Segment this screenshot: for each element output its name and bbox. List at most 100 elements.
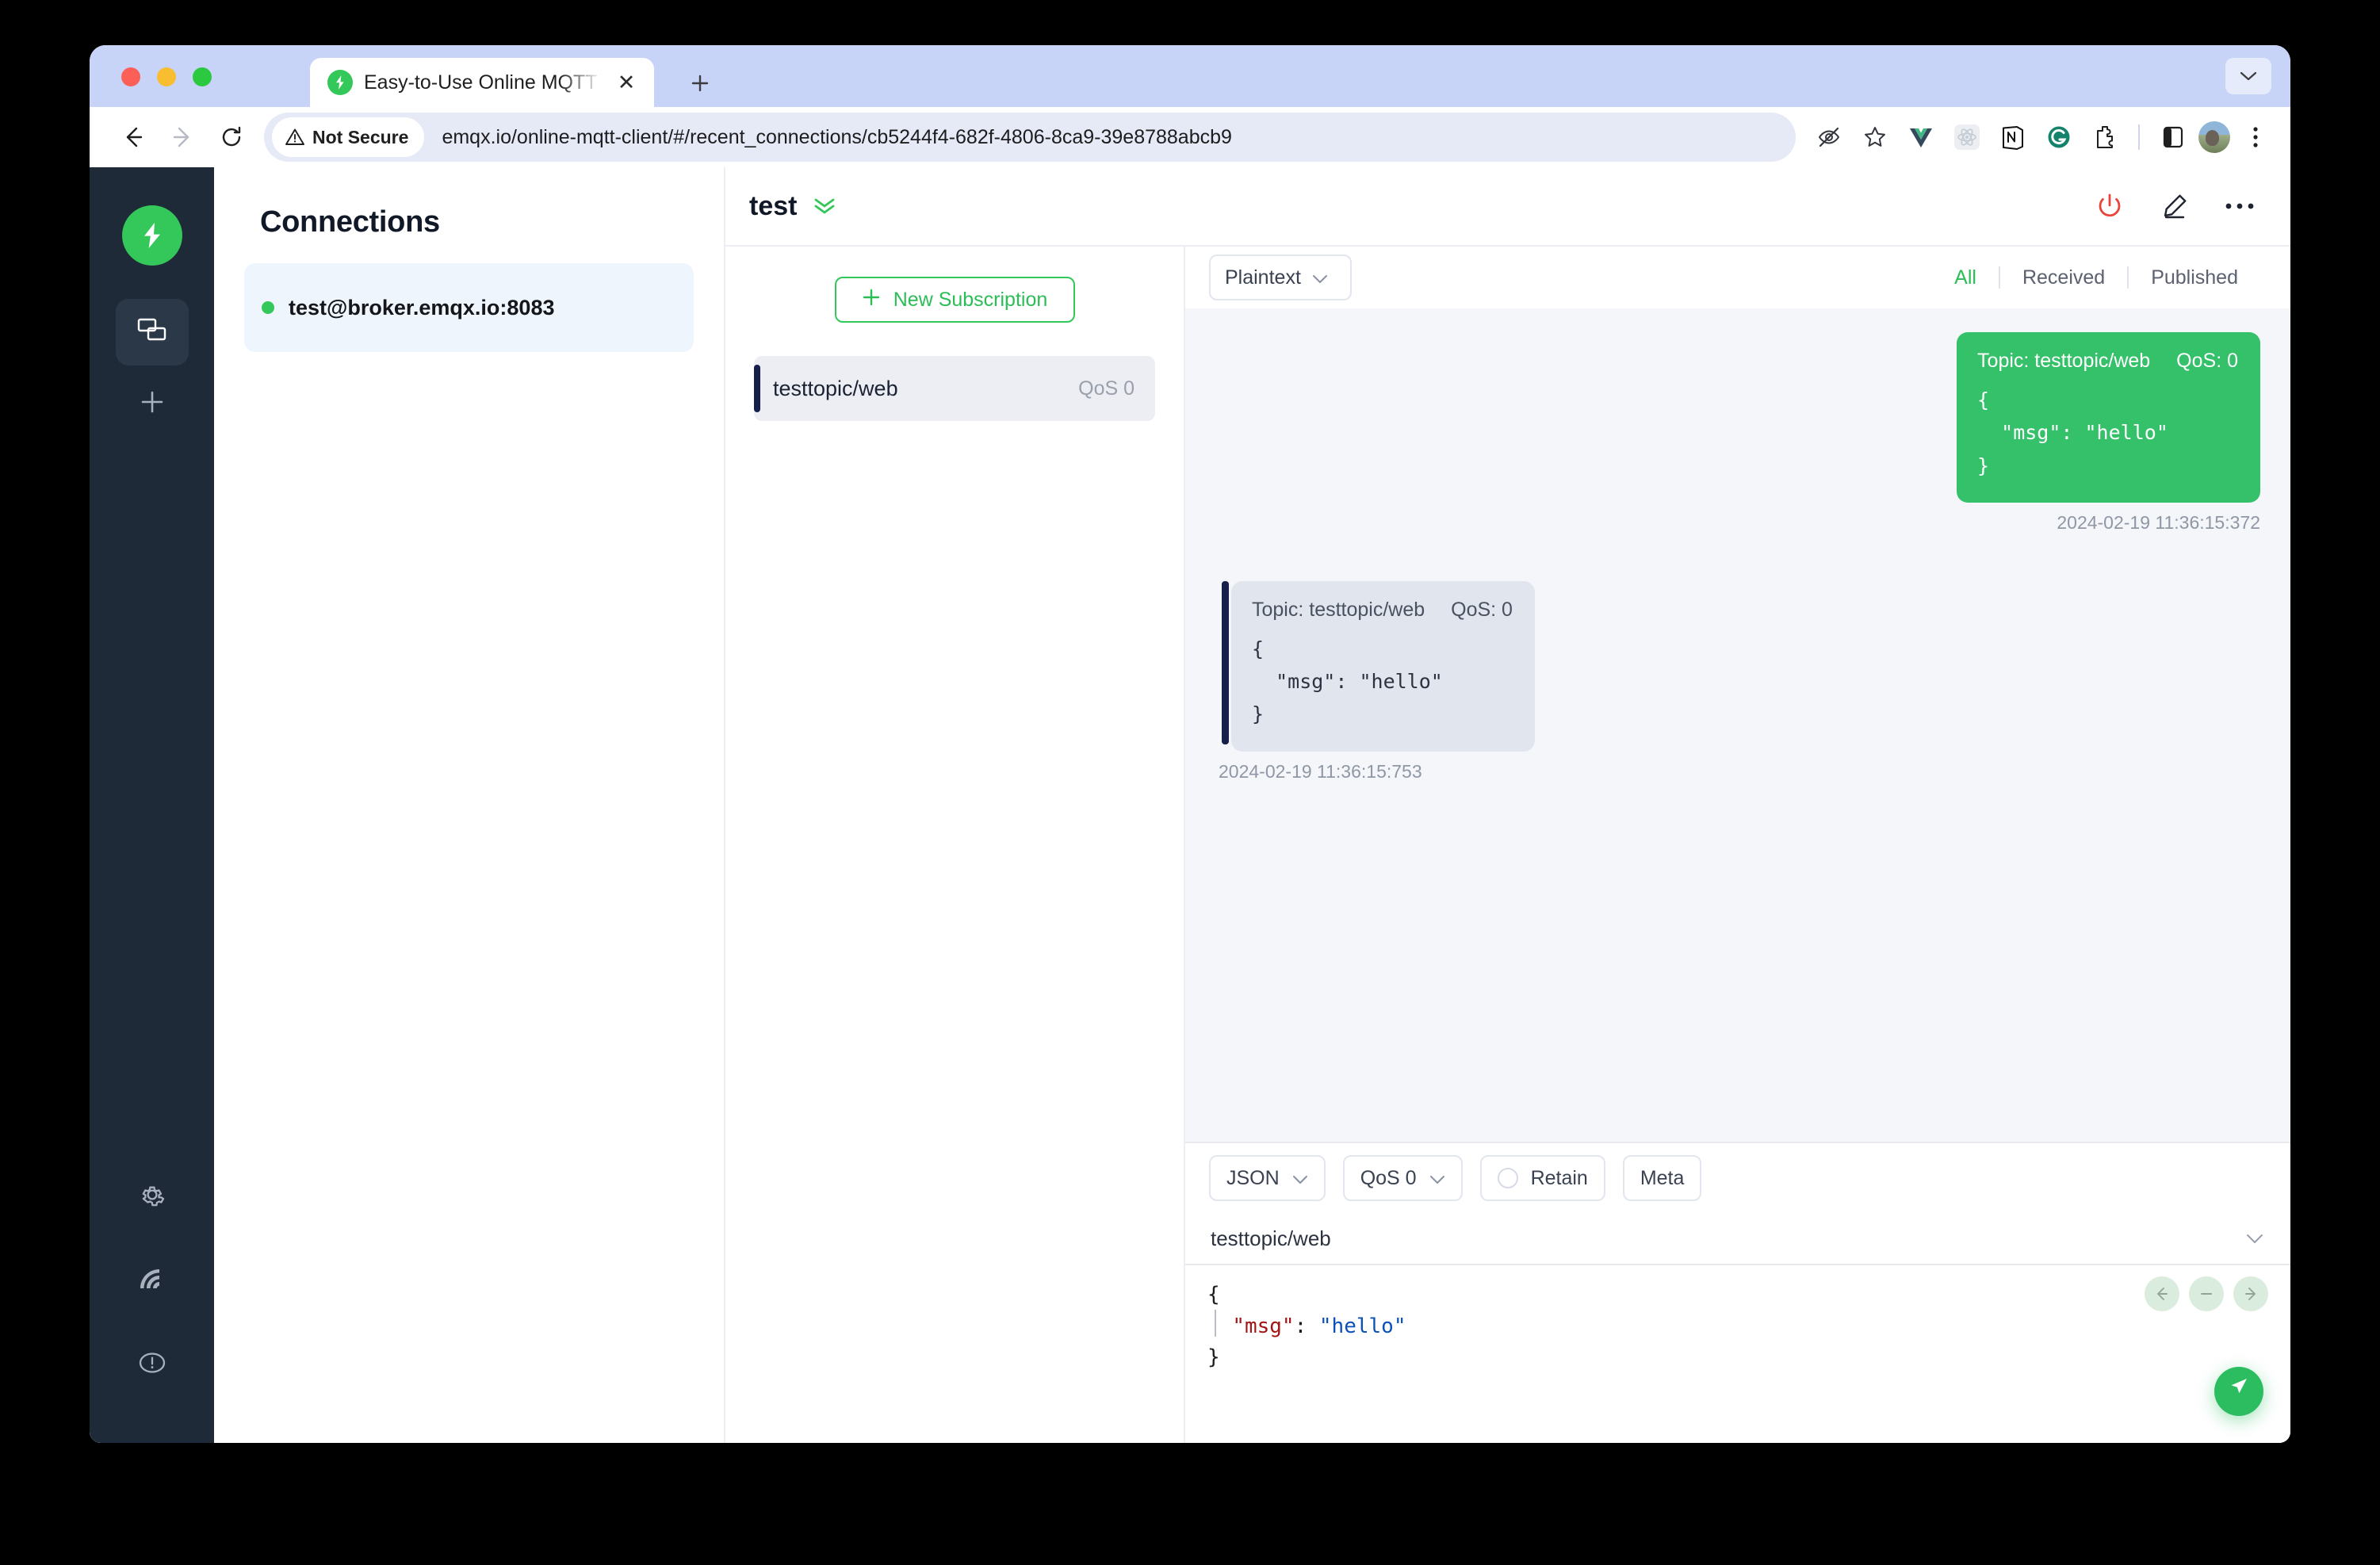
- three-dot-menu-icon[interactable]: [2221, 187, 2259, 225]
- site-security-badge[interactable]: Not Secure: [272, 117, 425, 157]
- message-meta: Topic: testtopic/web QoS: 0: [1252, 599, 1513, 622]
- tab-all[interactable]: All: [1932, 266, 1999, 289]
- tab-published[interactable]: Published: [2129, 266, 2260, 289]
- profile-avatar[interactable]: [2198, 121, 2230, 153]
- address-bar[interactable]: Not Secure emqx.io/online-mqtt-client/#/…: [264, 113, 1796, 162]
- minimize-window-button[interactable]: [157, 67, 176, 86]
- eye-off-icon[interactable]: [1808, 117, 1850, 158]
- new-subscription-label: New Subscription: [893, 288, 1048, 311]
- message-list[interactable]: Topic: testtopic/web QoS: 0 { "msg": "he…: [1185, 308, 2290, 1142]
- sidebar-item-settings[interactable]: [138, 1180, 166, 1213]
- message-bubble[interactable]: Topic: testtopic/web QoS: 0 { "msg": "he…: [1957, 332, 2260, 503]
- message-qos: QoS: 0: [1451, 598, 1513, 621]
- chevron-down-icon: [1312, 266, 1328, 289]
- minus-icon[interactable]: [2189, 1276, 2224, 1311]
- sidebar-item-about[interactable]: [138, 1349, 166, 1381]
- notion-icon[interactable]: [1992, 117, 2034, 158]
- maximize-window-button[interactable]: [193, 67, 212, 86]
- meta-label: Meta: [1640, 1166, 1685, 1189]
- message-item-received: Topic: testtopic/web QoS: 0 { "msg": "he…: [1209, 580, 2260, 782]
- message-timestamp: 2024-02-19 11:36:15:753: [1219, 760, 1422, 782]
- subscription-list-item[interactable]: testtopic/web QoS 0: [754, 356, 1155, 421]
- editor-nav-buttons: [2145, 1276, 2268, 1311]
- editor-line-1: {: [1207, 1280, 2290, 1311]
- arrow-right-icon[interactable]: [2233, 1276, 2268, 1311]
- react-devtools-icon[interactable]: [1946, 117, 1988, 158]
- pencil-icon[interactable]: [2156, 187, 2194, 225]
- new-subscription-button[interactable]: New Subscription: [834, 277, 1075, 323]
- info-circle-icon: [138, 1353, 166, 1380]
- three-dot-menu-icon[interactable]: [2235, 117, 2276, 158]
- publish-format-select[interactable]: JSON: [1209, 1155, 1326, 1201]
- close-icon[interactable]: ✕: [613, 69, 640, 96]
- windows-stack-icon: [137, 317, 167, 348]
- editor-brace-open: {: [1207, 1283, 1220, 1307]
- tab-search-button[interactable]: [2225, 58, 2271, 94]
- subscription-topic: testtopic/web: [773, 376, 898, 400]
- gear-icon: [138, 1186, 166, 1212]
- sidebar-item-new-connection[interactable]: [116, 370, 189, 437]
- sidebar-item-broadcast[interactable]: [138, 1267, 166, 1295]
- window-traffic-lights: [121, 67, 212, 86]
- retain-checkbox[interactable]: [1497, 1168, 1518, 1188]
- sidebar-item-connections[interactable]: [115, 299, 189, 365]
- signal-waves-icon: [138, 1269, 166, 1294]
- publish-topic-row[interactable]: testtopic/web: [1185, 1213, 2290, 1265]
- chevron-down-icon: [1429, 1167, 1445, 1190]
- close-window-button[interactable]: [121, 67, 140, 86]
- editor-value: "hello": [1318, 1314, 1406, 1338]
- message-item-published: Topic: testtopic/web QoS: 0 { "msg": "he…: [1209, 332, 2260, 534]
- arrow-left-icon[interactable]: [2145, 1276, 2179, 1311]
- url-text: emqx.io/online-mqtt-client/#/recent_conn…: [442, 125, 1232, 148]
- connection-header: test: [725, 167, 2290, 245]
- connection-detail: test New Subscription testtopic/web QoS …: [725, 167, 2290, 1443]
- editor-colon: :: [1294, 1314, 1319, 1338]
- message-payload: { "msg": "hello" }: [1977, 388, 2168, 477]
- message-meta: Topic: testtopic/web QoS: 0: [1977, 350, 2238, 373]
- connection-list-item[interactable]: test@broker.emqx.io:8083: [244, 263, 694, 352]
- back-arrow-icon[interactable]: [109, 113, 158, 162]
- send-paper-plane-icon: [2227, 1375, 2251, 1409]
- forward-arrow-icon[interactable]: [158, 113, 207, 162]
- connections-panel: Connections test@broker.emqx.io:8083: [214, 167, 725, 1443]
- extensions-puzzle-icon[interactable]: [2084, 117, 2126, 158]
- payload-format-value: Plaintext: [1225, 266, 1301, 289]
- vue-devtools-icon[interactable]: [1900, 117, 1942, 158]
- browser-tab[interactable]: Easy-to-Use Online MQTT Cli ✕: [310, 58, 654, 107]
- message-payload: { "msg": "hello" }: [1252, 637, 1443, 726]
- browser-window: Easy-to-Use Online MQTT Cli ✕ Not Secure…: [90, 45, 2290, 1443]
- chevron-down-icon[interactable]: [2246, 1234, 2263, 1244]
- emqx-logo-icon: [121, 205, 182, 266]
- browser-toolbar: Not Secure emqx.io/online-mqtt-client/#/…: [90, 107, 2290, 167]
- retain-toggle[interactable]: Retain: [1479, 1155, 1605, 1201]
- meta-button[interactable]: Meta: [1622, 1155, 1702, 1201]
- retain-label: Retain: [1530, 1166, 1588, 1189]
- power-icon[interactable]: [2091, 187, 2129, 225]
- browser-tab-title: Easy-to-Use Online MQTT Cli: [364, 71, 602, 94]
- send-button[interactable]: [2214, 1367, 2263, 1416]
- plus-icon: [139, 388, 166, 419]
- message-bubble[interactable]: Topic: testtopic/web QoS: 0 { "msg": "he…: [1222, 580, 1535, 752]
- publish-toolbar: JSON QoS 0 Retain Meta: [1185, 1143, 2290, 1213]
- message-timestamp: 2024-02-19 11:36:15:372: [2057, 511, 2260, 533]
- publish-qos-select[interactable]: QoS 0: [1342, 1155, 1463, 1201]
- publish-payload-editor[interactable]: { "msg": "hello" }: [1185, 1265, 2290, 1443]
- message-topic: Topic: testtopic/web: [1252, 598, 1425, 621]
- emqx-logo-icon: [327, 70, 353, 95]
- reload-icon[interactable]: [207, 113, 256, 162]
- bookmark-star-icon[interactable]: [1854, 117, 1896, 158]
- detail-panes: New Subscription testtopic/web QoS 0 Pla…: [725, 245, 2290, 1443]
- plus-icon: [862, 288, 881, 312]
- connection-name: test: [749, 190, 798, 221]
- publish-topic-input[interactable]: testtopic/web: [1211, 1226, 1331, 1251]
- messages-toolbar: Plaintext All Received Published: [1185, 247, 2290, 308]
- message-qos: QoS: 0: [2176, 350, 2238, 372]
- payload-format-select[interactable]: Plaintext: [1209, 254, 1352, 300]
- side-panel-icon[interactable]: [2152, 117, 2194, 158]
- double-chevron-down-icon[interactable]: [813, 196, 836, 216]
- new-tab-button[interactable]: [684, 67, 716, 99]
- grammarly-icon[interactable]: [2038, 117, 2080, 158]
- editor-line-2: "msg": "hello": [1207, 1311, 2290, 1343]
- tab-received[interactable]: Received: [2000, 266, 2127, 289]
- browser-tabstrip: Easy-to-Use Online MQTT Cli ✕: [90, 45, 2290, 107]
